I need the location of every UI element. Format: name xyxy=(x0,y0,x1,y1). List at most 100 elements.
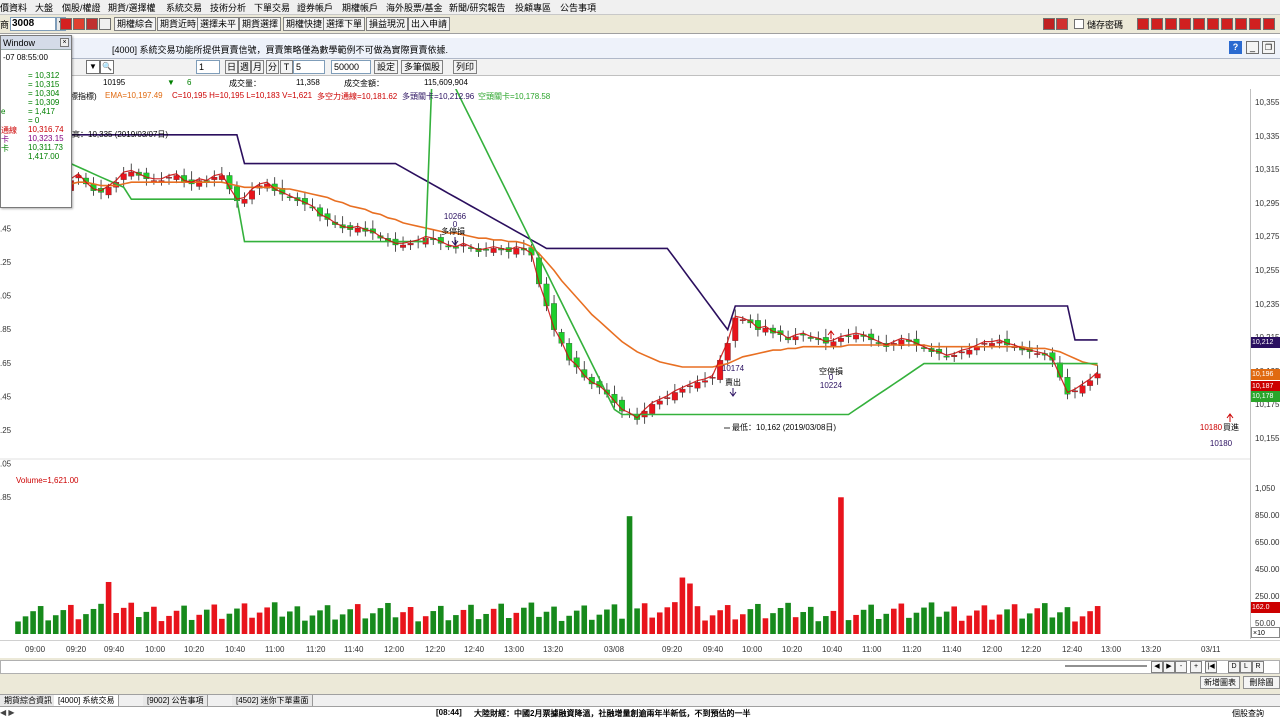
close-icon[interactable]: × xyxy=(60,38,69,47)
toolbar-button[interactable]: 期權綜合 xyxy=(114,17,157,31)
menu-item[interactable]: 新聞/研究報告 xyxy=(449,1,506,14)
chart-panel[interactable]: .25.05.85.65.45.25.05.85.65.45.25.05.85高… xyxy=(0,42,1250,639)
period-button[interactable]: 週 xyxy=(238,60,251,74)
menu-item[interactable]: 技術分析 xyxy=(210,1,246,14)
tool-icon-10[interactable] xyxy=(1263,18,1275,30)
menu-item[interactable]: 價資料 xyxy=(0,1,27,14)
price-axis-label: 10,235 xyxy=(1255,299,1280,309)
toolbar-button[interactable]: 選擇未平 xyxy=(197,17,240,31)
window-tab[interactable]: 期貨綜合資訊 xyxy=(0,695,57,706)
chart-nav-button[interactable]: L xyxy=(1240,661,1252,673)
chart-toolbar-button[interactable]: 列印 xyxy=(453,60,478,74)
menu-item[interactable]: 投顧專區 xyxy=(515,1,551,14)
dropdown-icon[interactable]: ▼ xyxy=(86,60,100,74)
tool-icon-5[interactable] xyxy=(1193,18,1205,30)
note-icon[interactable] xyxy=(99,18,111,30)
tool-icon-7[interactable] xyxy=(1221,18,1233,30)
delete-chart-button[interactable]: 刪除圖 xyxy=(1243,676,1280,689)
alert-icon[interactable] xyxy=(73,18,85,30)
period-button[interactable]: 分 xyxy=(266,60,279,74)
up-candle xyxy=(407,243,414,246)
chart-toolbar-button[interactable]: 設定 xyxy=(374,60,399,74)
window-tab[interactable]: [4000] 系統交易 xyxy=(54,695,120,706)
order-icon[interactable] xyxy=(60,18,72,30)
volume-bar xyxy=(136,617,142,634)
toolbar-button[interactable]: 選擇下單 xyxy=(323,17,366,31)
up-candle xyxy=(211,177,218,180)
data-window-value: 10,323.15 xyxy=(28,134,64,143)
toolbar-button[interactable]: 出入申請 xyxy=(408,17,451,31)
count-input[interactable]: 50000 xyxy=(331,60,371,74)
volume-bar xyxy=(98,603,104,634)
save-password-checkbox[interactable] xyxy=(1074,19,1084,29)
volume-bar xyxy=(679,577,686,634)
toolbar-button[interactable]: 期貨近時 xyxy=(157,17,200,31)
volume-bar xyxy=(672,602,678,634)
chart-nav-button[interactable]: |◀ xyxy=(1205,661,1217,673)
zoom-slider[interactable] xyxy=(1065,662,1147,670)
add-chart-button[interactable]: 新增圖表 xyxy=(1200,676,1240,689)
volume-bar xyxy=(158,621,165,634)
up-candle xyxy=(105,187,112,196)
lock-icon[interactable] xyxy=(1043,18,1055,30)
qty-stepper[interactable]: 1 xyxy=(196,60,220,74)
quick-order-icon[interactable] xyxy=(86,18,98,30)
chart-nav-button[interactable]: ◀ xyxy=(1151,661,1163,673)
tool-icon-1[interactable] xyxy=(1137,18,1149,30)
tool-icon-2[interactable] xyxy=(1151,18,1163,30)
menu-item[interactable]: 海外股票/基金 xyxy=(386,1,443,14)
time-axis-label: 03/08 xyxy=(604,645,625,654)
toolbar-button[interactable]: 期權快捷 xyxy=(283,17,326,31)
news-headline[interactable]: 大陸財經：中國2月票據融資降溫，社融增量創逾兩年半新低，不到預估的一半 xyxy=(474,708,750,719)
period-button[interactable]: 日 xyxy=(225,60,238,74)
volume-bar xyxy=(166,615,172,634)
volume-bar xyxy=(830,610,837,634)
menu-item[interactable]: 下單交易 xyxy=(254,1,290,14)
menu-item[interactable]: 個股/權證 xyxy=(62,1,101,14)
period-select[interactable]: 5 xyxy=(293,60,325,74)
up-candle xyxy=(1034,353,1041,355)
tool-icon-9[interactable] xyxy=(1249,18,1261,30)
menu-item[interactable]: 公告事項 xyxy=(560,1,596,14)
chart-nav-button[interactable]: - xyxy=(1175,661,1187,673)
window-tab[interactable]: [4502] 迷你下單畫面 xyxy=(232,695,314,706)
volume-bar xyxy=(354,604,361,634)
stock-query-button[interactable]: 個股查詢 xyxy=(1222,708,1274,720)
tool-icon-8[interactable] xyxy=(1235,18,1247,30)
toolbar-button[interactable]: 損益現況 xyxy=(366,17,409,31)
chart-nav-button[interactable]: R xyxy=(1252,661,1264,673)
chart-nav-button[interactable]: D xyxy=(1228,661,1240,673)
volume-bar xyxy=(196,614,202,634)
price-chart[interactable]: .25.05.85.65.45.25.05.85.65.45.25.05.85高… xyxy=(0,42,1250,639)
volume-bar xyxy=(226,613,233,634)
menu-item[interactable]: 大盤 xyxy=(35,1,53,14)
menu-item[interactable]: 證券帳戶 xyxy=(297,1,333,14)
volume-bar xyxy=(256,612,263,634)
volume-bar xyxy=(732,619,739,634)
chart-nav-button[interactable]: + xyxy=(1190,661,1202,673)
toolbar-button[interactable]: 期貨選擇 xyxy=(239,17,282,31)
period-button[interactable]: T xyxy=(280,60,293,74)
period-button[interactable]: 月 xyxy=(251,60,264,74)
pass-line xyxy=(17,137,1099,419)
menu-item[interactable]: 期貨/選擇權 xyxy=(108,1,156,14)
help-icon[interactable]: ? xyxy=(1229,41,1242,54)
key-icon[interactable] xyxy=(1056,18,1068,30)
volume-bar xyxy=(513,612,520,634)
data-window[interactable]: Window × -07 08:55:00 = 10,312 = 10,315 = … xyxy=(0,35,72,208)
search-icon[interactable]: 🔍 xyxy=(100,60,114,74)
chart-nav-button[interactable]: ▶ xyxy=(1163,661,1175,673)
volume-bar xyxy=(619,618,625,634)
window-tab[interactable]: [9002] 公告事項 xyxy=(143,695,209,706)
restore-icon[interactable]: ❐ xyxy=(1262,41,1275,54)
volume-bar xyxy=(498,603,504,634)
up-arrow-icon xyxy=(827,330,835,339)
menu-item[interactable]: 系統交易 xyxy=(166,1,202,14)
tool-icon-6[interactable] xyxy=(1207,18,1219,30)
tool-icon-3[interactable] xyxy=(1165,18,1177,30)
tool-icon-4[interactable] xyxy=(1179,18,1191,30)
chart-toolbar-button[interactable]: 多筆個股 xyxy=(401,60,444,74)
symbol-input[interactable]: 3008 xyxy=(10,17,56,31)
minimize-icon[interactable]: _ xyxy=(1246,41,1259,54)
menu-item[interactable]: 期權帳戶 xyxy=(342,1,378,14)
